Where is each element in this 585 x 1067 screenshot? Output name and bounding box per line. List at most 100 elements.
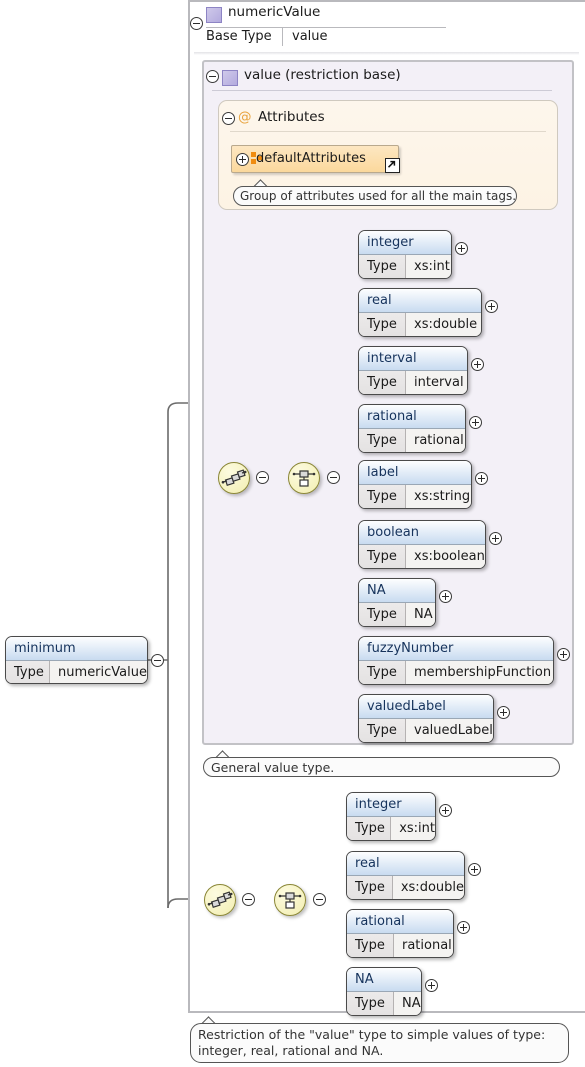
element-box-rational[interactable]: rational Type rational [358, 404, 466, 453]
type-label: Type [359, 661, 406, 684]
type-value: xs:int [406, 255, 451, 278]
type-label: Type [359, 255, 406, 278]
complex-type-icon [222, 70, 238, 86]
numeric-value-type-header: numericValue [206, 4, 446, 26]
type-label: Type [359, 313, 406, 336]
type-label: Type [347, 817, 392, 840]
choice-collapse-toggle[interactable] [313, 893, 326, 906]
type-label: Type [359, 429, 406, 452]
element-name: NA [347, 968, 421, 992]
attributes-header: @ Attributes [238, 109, 438, 129]
type-label: Type [347, 992, 394, 1015]
header-shadow [194, 52, 579, 55]
element-name: interval [359, 347, 467, 371]
expand-toggle-integer-restricted[interactable] [439, 804, 452, 817]
element-box-fuzzynumber[interactable]: fuzzyNumber Type membershipFunction [358, 636, 554, 685]
type-label: Type [359, 603, 406, 626]
attributes-collapse-toggle[interactable] [222, 112, 235, 125]
divider [212, 90, 552, 91]
element-box-na[interactable]: NA Type NA [358, 578, 436, 627]
sequence-compositor-icon[interactable] [218, 462, 250, 494]
expand-toggle-label[interactable] [475, 472, 488, 485]
value-restriction-base-name: value (restriction base) [244, 67, 401, 83]
external-link-icon[interactable] [385, 158, 400, 173]
element-name: boolean [359, 521, 485, 545]
element-name: integer [347, 793, 435, 817]
element-box-integer[interactable]: integer Type xs:int [358, 230, 452, 279]
cell-divider [282, 28, 283, 46]
element-name: real [359, 289, 481, 313]
type-label: Type [359, 719, 406, 742]
element-name: integer [359, 231, 451, 255]
type-value: valuedLabel [406, 719, 493, 742]
element-box-real[interactable]: real Type xs:double [358, 288, 482, 337]
expand-toggle-valuedlabel[interactable] [497, 706, 510, 719]
divider [230, 131, 546, 132]
general-value-type-annotation: General value type. [203, 757, 560, 777]
expand-toggle-integer[interactable] [455, 242, 468, 255]
minimum-collapse-toggle[interactable] [151, 654, 164, 667]
sequence-compositor-icon[interactable] [204, 884, 236, 916]
choice-compositor-icon[interactable] [274, 884, 306, 916]
type-value: xs:double [392, 876, 464, 899]
element-box-real-restricted[interactable]: real Type xs:double [346, 851, 465, 900]
restriction-annotation-line2: integer, real, rational and NA. [198, 1043, 384, 1058]
expand-toggle-real[interactable] [485, 300, 498, 313]
element-box-rational-restricted[interactable]: rational Type rational [346, 909, 454, 958]
element-name: rational [347, 910, 453, 934]
element-box-minimum[interactable]: minimum Type numericValue [5, 636, 148, 684]
base-type-value: value [292, 29, 328, 44]
type-value: numericValue [50, 661, 147, 683]
expand-toggle-boolean[interactable] [489, 532, 502, 545]
default-attributes-expand-toggle[interactable] [236, 153, 249, 166]
expand-toggle-fuzzynumber[interactable] [557, 648, 570, 661]
type-label: Type [347, 934, 394, 957]
restriction-annotation: Restriction of the "value" type to simpl… [190, 1023, 569, 1063]
element-name: minimum [6, 637, 147, 661]
expand-toggle-rational-restricted[interactable] [457, 921, 470, 934]
numeric-value-base-type-row: Base Type value [206, 28, 446, 47]
element-box-na-restricted[interactable]: NA Type NA [346, 967, 422, 1016]
restriction-annotation-line1: Restriction of the "value" type to simpl… [198, 1027, 546, 1042]
element-name: fuzzyNumber [359, 637, 553, 661]
sequence-collapse-toggle[interactable] [256, 471, 269, 484]
choice-compositor-icon[interactable] [288, 462, 320, 494]
element-name: NA [359, 579, 435, 603]
base-type-label: Base Type [206, 29, 272, 44]
element-box-integer-restricted[interactable]: integer Type xs:int [346, 792, 436, 841]
expand-toggle-real-restricted[interactable] [468, 863, 481, 876]
element-box-boolean[interactable]: boolean Type xs:boolean [358, 520, 486, 569]
expand-toggle-rational[interactable] [469, 416, 482, 429]
expand-toggle-na-restricted[interactable] [425, 979, 438, 992]
element-name: real [347, 852, 464, 876]
element-box-label[interactable]: label Type xs:string [358, 460, 472, 509]
numeric-value-type-name: numericValue [228, 4, 321, 20]
value-collapse-toggle[interactable] [206, 70, 219, 83]
numeric-value-collapse-toggle[interactable] [190, 17, 203, 30]
element-name: label [359, 461, 471, 485]
element-box-valuedlabel[interactable]: valuedLabel Type valuedLabel [358, 694, 494, 743]
type-value: xs:string [406, 485, 471, 508]
element-name: valuedLabel [359, 695, 493, 719]
value-restriction-base-header: value (restriction base) [222, 67, 482, 88]
type-label: Type [6, 661, 51, 683]
type-label: Type [359, 371, 406, 394]
sequence-collapse-toggle[interactable] [242, 893, 255, 906]
type-value: xs:double [406, 313, 481, 336]
type-value: xs:int [391, 817, 435, 840]
expand-toggle-interval[interactable] [471, 358, 484, 371]
expand-toggle-na[interactable] [439, 590, 452, 603]
type-value: membershipFunction [406, 661, 553, 684]
default-attributes-label: defaultAttributes [256, 151, 366, 166]
type-label: Type [347, 876, 393, 899]
type-label: Type [359, 545, 406, 568]
type-value: NA [406, 603, 435, 626]
type-value: NA [394, 992, 421, 1015]
type-value: xs:boolean [406, 545, 485, 568]
element-box-interval[interactable]: interval Type interval [358, 346, 468, 395]
attributes-label: Attributes [258, 109, 325, 125]
type-value: interval [406, 371, 467, 394]
divider [206, 27, 446, 28]
choice-collapse-toggle[interactable] [327, 471, 340, 484]
type-label: Type [359, 485, 406, 508]
